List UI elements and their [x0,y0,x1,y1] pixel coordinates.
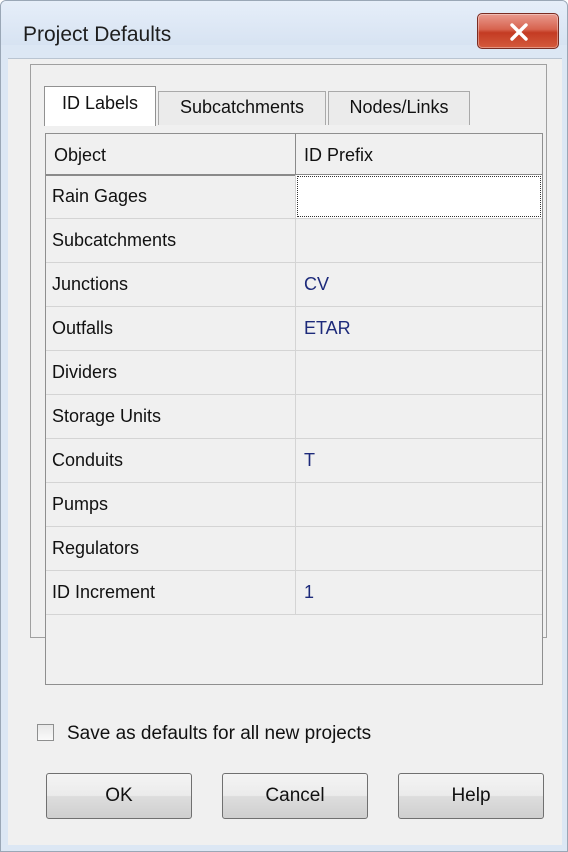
ok-button[interactable]: OK [46,773,192,819]
id-increment-cell[interactable]: 1 [296,571,542,614]
grid-header: Object ID Prefix [46,134,542,176]
id-prefix-cell[interactable]: T [296,439,542,482]
grid-row-dividers: Dividers [46,351,542,395]
grid-row-junctions: Junctions CV [46,263,542,307]
object-label: Pumps [46,483,296,526]
help-button[interactable]: Help [398,773,544,819]
id-prefix-cell[interactable]: ETAR [296,307,542,350]
id-prefix-cell[interactable] [296,395,542,438]
object-label: Regulators [46,527,296,570]
tab-subcatchments[interactable]: Subcatchments [158,91,326,125]
object-label: Junctions [46,263,296,306]
object-label: Storage Units [46,395,296,438]
object-label: Subcatchments [46,219,296,262]
object-label: ID Increment [46,571,296,614]
save-defaults-label[interactable]: Save as defaults for all new projects [67,722,371,746]
cancel-button[interactable]: Cancel [222,773,368,819]
object-label: Outfalls [46,307,296,350]
tab-id-labels[interactable]: ID Labels [44,86,156,126]
close-x-icon [510,23,528,41]
dialog-title: Project Defaults [23,23,172,46]
id-prefix-cell[interactable] [296,351,542,394]
column-header-object[interactable]: Object [46,134,296,174]
id-prefix-input[interactable] [296,175,542,218]
grid-row-storage-units: Storage Units [46,395,542,439]
id-prefix-grid: Object ID Prefix Rain Gages Subcatchment… [45,133,543,685]
object-label: Rain Gages [46,175,296,218]
grid-row-subcatchments: Subcatchments [46,219,542,263]
tab-nodes-links[interactable]: Nodes/Links [328,91,470,125]
save-defaults-checkbox[interactable] [37,724,54,741]
id-prefix-cell[interactable] [296,527,542,570]
id-prefix-cell[interactable] [296,219,542,262]
grid-row-pumps: Pumps [46,483,542,527]
object-label: Conduits [46,439,296,482]
grid-row-conduits: Conduits T [46,439,542,483]
close-button[interactable] [477,13,559,49]
id-prefix-cell[interactable] [296,483,542,526]
grid-row-outfalls: Outfalls ETAR [46,307,542,351]
object-label: Dividers [46,351,296,394]
grid-row-id-increment: ID Increment 1 [46,571,542,615]
column-header-id-prefix[interactable]: ID Prefix [296,134,542,174]
id-prefix-cell[interactable]: CV [296,263,542,306]
grid-row-regulators: Regulators [46,527,542,571]
grid-row-rain-gages: Rain Gages [46,175,542,219]
